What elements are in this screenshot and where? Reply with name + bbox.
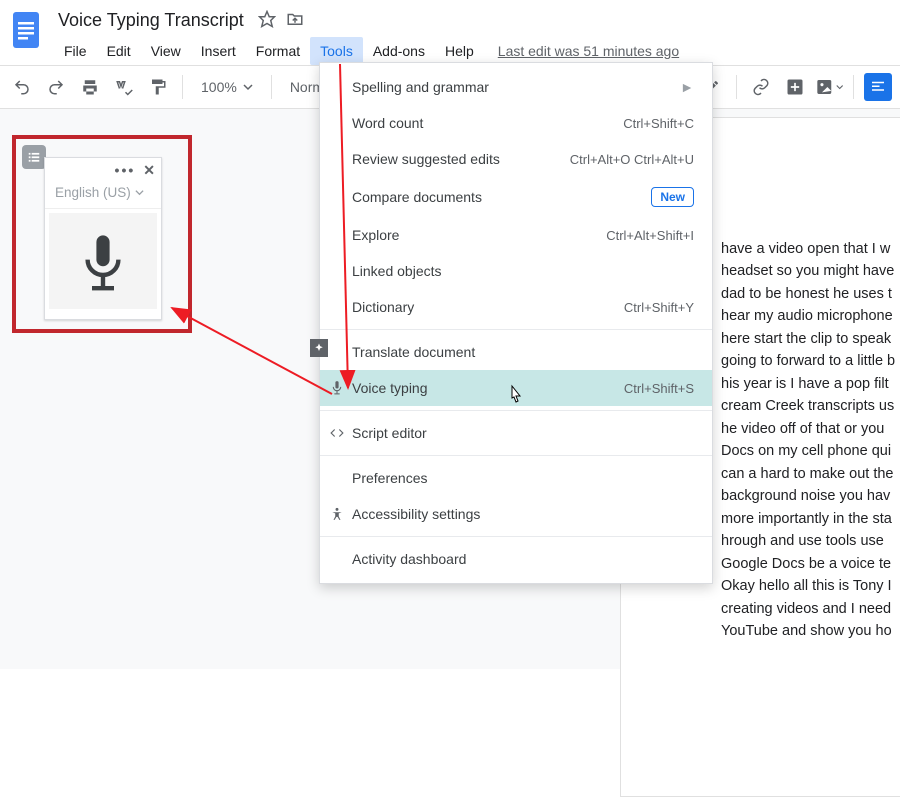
menu-review-suggested-edits[interactable]: Review suggested edits Ctrl+Alt+O Ctrl+A… (320, 141, 712, 177)
menu-help[interactable]: Help (435, 37, 484, 65)
document-body-text: have a video open that I w headset so yo… (721, 238, 900, 642)
menu-activity-dashboard[interactable]: Activity dashboard (320, 541, 712, 577)
undo-icon[interactable] (8, 73, 36, 101)
doc-title[interactable]: Voice Typing Transcript (54, 8, 248, 33)
link-icon[interactable] (747, 73, 775, 101)
zoom-dropdown[interactable]: 100% (193, 75, 261, 99)
close-icon[interactable]: ✕ (143, 162, 155, 179)
menu-script-editor[interactable]: Script editor (320, 415, 712, 451)
script-icon (328, 426, 346, 440)
outline-badge-icon[interactable] (22, 145, 46, 169)
tools-dropdown: Spelling and grammar ► Word count Ctrl+S… (319, 62, 713, 584)
docs-logo-icon[interactable] (8, 8, 44, 56)
widget-more-icon[interactable]: ••• (115, 162, 136, 179)
last-edit-link[interactable]: Last edit was 51 minutes ago (498, 43, 679, 59)
mic-button[interactable] (49, 213, 157, 309)
voice-typing-widget[interactable]: ••• ✕ English (US) (44, 157, 162, 320)
image-insert-icon[interactable] (815, 73, 843, 101)
voice-language-dropdown[interactable]: English (US) (45, 183, 161, 209)
menu-linked-objects[interactable]: Linked objects (320, 253, 712, 289)
menubar: File Edit View Insert Format Tools Add-o… (54, 33, 892, 65)
menu-preferences[interactable]: Preferences (320, 460, 712, 496)
new-badge: New (651, 187, 694, 207)
menu-file[interactable]: File (54, 37, 97, 65)
accessibility-icon (328, 506, 346, 522)
submenu-arrow-icon: ► (680, 79, 694, 95)
explore-badge-icon (310, 339, 328, 357)
zoom-value: 100% (201, 79, 237, 95)
menu-spelling-grammar[interactable]: Spelling and grammar ► (320, 69, 712, 105)
menu-tools[interactable]: Tools (310, 37, 363, 65)
paint-format-icon[interactable] (144, 73, 172, 101)
star-icon[interactable] (258, 10, 276, 31)
menu-word-count[interactable]: Word count Ctrl+Shift+C (320, 105, 712, 141)
menu-dictionary[interactable]: Dictionary Ctrl+Shift+Y (320, 289, 712, 325)
align-icon[interactable] (864, 73, 892, 101)
cursor-pointer-icon (506, 384, 526, 411)
menu-translate-document[interactable]: Translate document (320, 334, 712, 370)
menu-insert[interactable]: Insert (191, 37, 246, 65)
menu-edit[interactable]: Edit (97, 37, 141, 65)
menu-view[interactable]: View (141, 37, 191, 65)
menu-format[interactable]: Format (246, 37, 310, 65)
comment-add-icon[interactable] (781, 73, 809, 101)
menu-addons[interactable]: Add-ons (363, 37, 435, 65)
print-icon[interactable] (76, 73, 104, 101)
menu-compare-documents[interactable]: Compare documents New (320, 177, 712, 217)
move-icon[interactable] (286, 10, 304, 31)
voice-language-label: English (US) (55, 185, 131, 200)
mic-icon (328, 380, 346, 396)
menu-accessibility-settings[interactable]: Accessibility settings (320, 496, 712, 532)
spellcheck-icon[interactable] (110, 73, 138, 101)
menu-explore[interactable]: Explore Ctrl+Alt+Shift+I (320, 217, 712, 253)
redo-icon[interactable] (42, 73, 70, 101)
